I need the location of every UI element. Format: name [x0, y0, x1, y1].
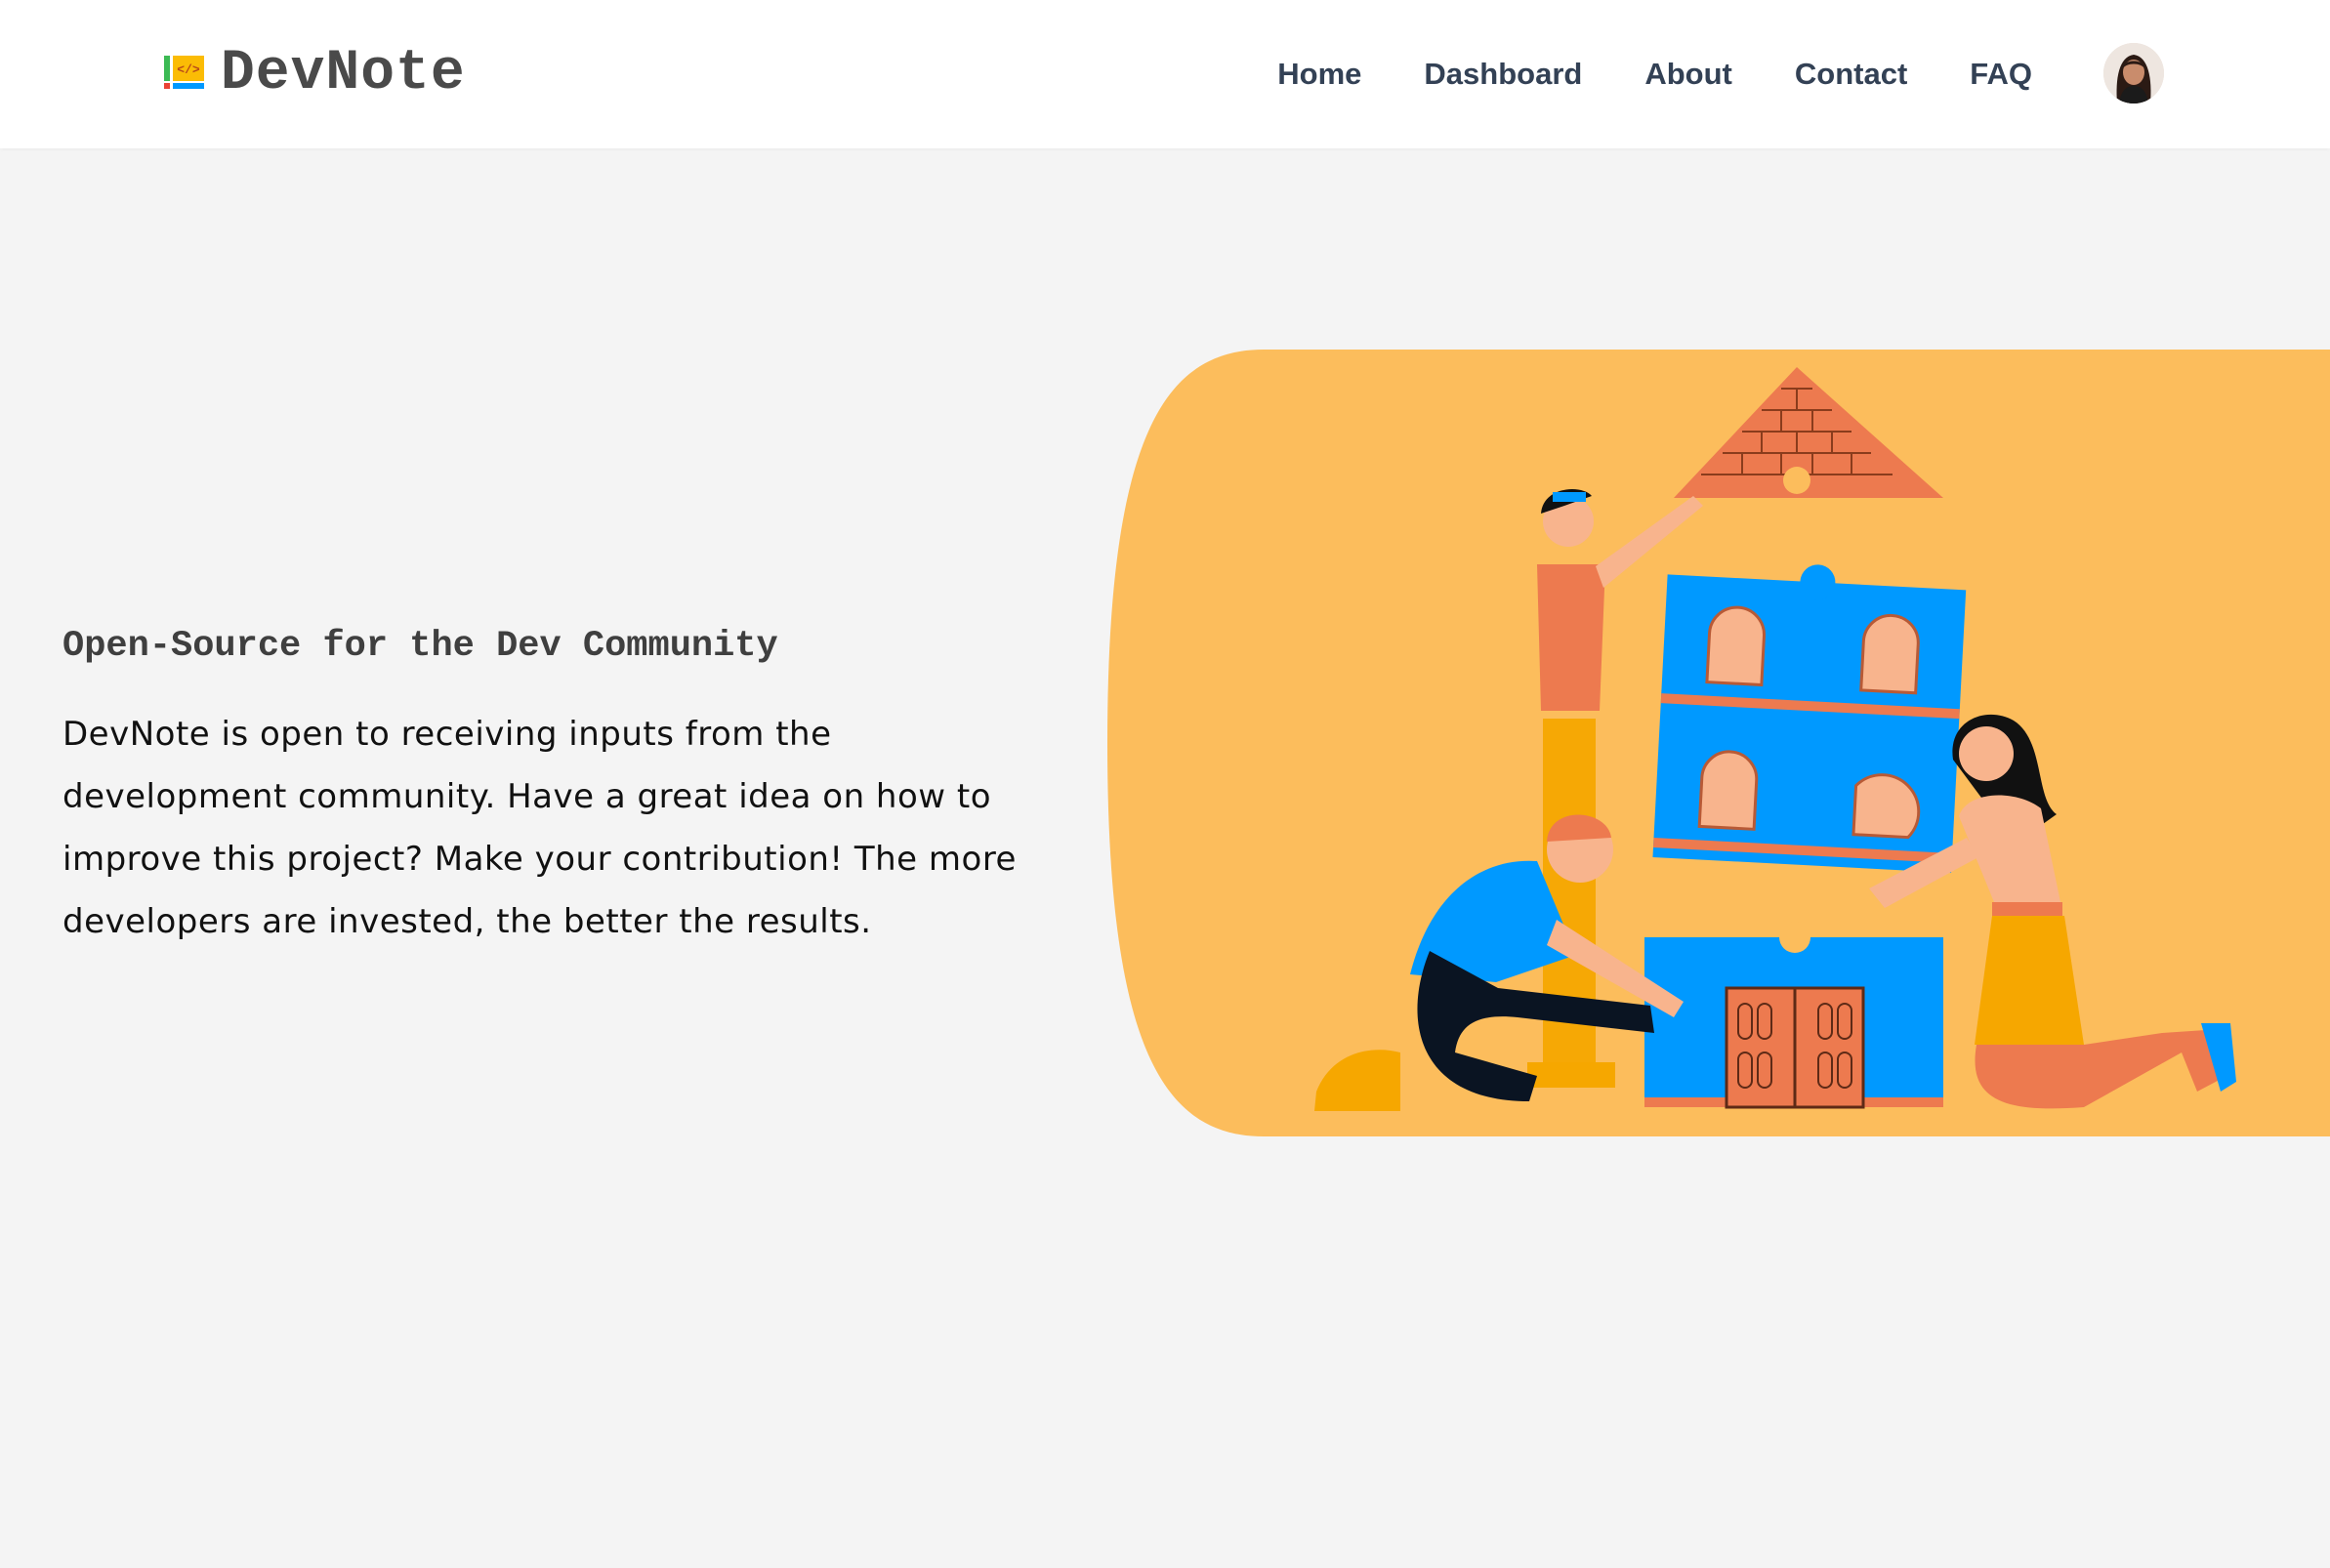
- middle-piece: [1652, 564, 1967, 873]
- nav-home[interactable]: Home: [1277, 57, 1361, 92]
- hero-description: DevNote is open to receiving inputs from…: [62, 715, 1017, 941]
- brand-name: DevNote: [221, 42, 466, 105]
- nav-faq[interactable]: FAQ: [1970, 57, 2032, 92]
- puzzle-house-illustration: [1107, 350, 2330, 1136]
- logo-icon: </>: [164, 52, 205, 98]
- hero-illustration: [1107, 350, 2330, 1136]
- nav-about[interactable]: About: [1644, 57, 1732, 92]
- user-avatar[interactable]: [2103, 43, 2164, 103]
- avatar-image: [2103, 43, 2164, 103]
- hero-section: Open-Source for the Dev Community DevNot…: [62, 621, 1039, 953]
- nav-contact[interactable]: Contact: [1795, 57, 1907, 92]
- bottom-piece: [1644, 922, 1943, 1109]
- nav-links: Home Dashboard About Contact FAQ: [1277, 49, 2032, 100]
- svg-text:</>: </>: [177, 62, 200, 77]
- hero-title: Open-Source for the Dev Community: [62, 626, 778, 667]
- brand-link[interactable]: </> DevNote: [164, 45, 466, 103]
- nav-dashboard[interactable]: Dashboard: [1424, 57, 1582, 92]
- navbar: </> DevNote Home Dashboard About Contact…: [0, 0, 2330, 148]
